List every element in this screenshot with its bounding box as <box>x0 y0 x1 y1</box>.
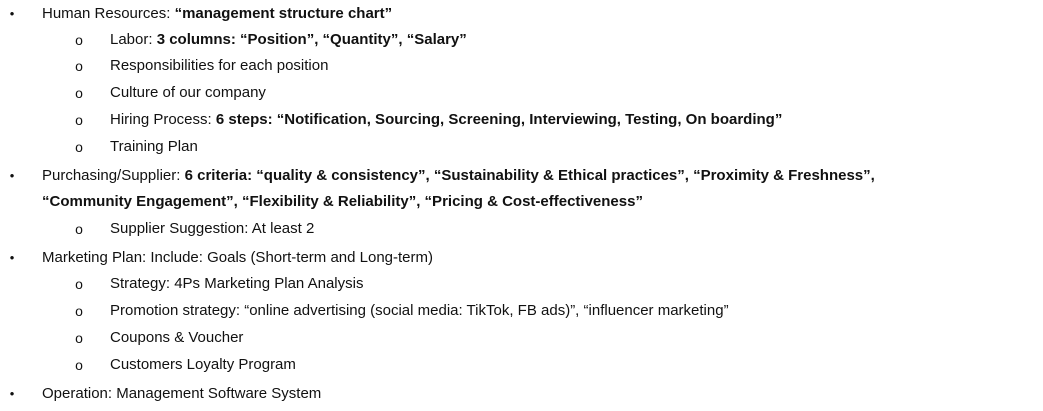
item-label: Hiring Process: <box>110 111 216 128</box>
circle-bullet-icon: o <box>75 221 83 237</box>
item-label: Customers Loyalty Program <box>110 356 296 373</box>
circle-bullet-icon: o <box>75 112 83 128</box>
bullet-icon: • <box>9 386 15 401</box>
list-item-training-plan: o Training Plan <box>0 134 1043 160</box>
circle-bullet-icon: o <box>75 303 83 319</box>
item-label: Labor: <box>110 31 157 48</box>
item-label: Culture of our company <box>110 84 266 101</box>
item-emphasis: 3 columns: “Position”, “Quantity”, “Sala… <box>156 31 467 48</box>
item-emphasis: 6 criteria: “quality & consistency”, “Su… <box>184 167 875 184</box>
list-item-purchasing-supplier: • Purchasing/Supplier: 6 criteria: “qual… <box>0 163 1043 189</box>
list-item-purchasing-continuation: “Community Engagement”, “Flexibility & R… <box>0 189 1043 215</box>
bullet-icon: • <box>9 6 15 21</box>
list-item-responsibilities: o Responsibilities for each position <box>0 53 1043 79</box>
list-item-loyalty-program: o Customers Loyalty Program <box>0 352 1043 378</box>
circle-bullet-icon: o <box>75 32 83 48</box>
bullet-icon: • <box>9 168 15 183</box>
circle-bullet-icon: o <box>75 357 83 373</box>
item-label: Promotion strategy: “online advertising … <box>110 302 729 319</box>
item-label: Marketing Plan: Include: Goals (Short-te… <box>42 249 434 266</box>
list-item-labor: o Labor: 3 columns: “Position”, “Quantit… <box>0 27 1043 53</box>
document-page: • Human Resources: “management structure… <box>0 0 1043 411</box>
item-label: Training Plan <box>110 138 198 155</box>
circle-bullet-icon: o <box>75 276 83 292</box>
list-item-culture: o Culture of our company <box>0 80 1043 106</box>
item-label: Operation: Management Software System <box>42 385 322 402</box>
list-item-promotion-strategy: o Promotion strategy: “online advertisin… <box>0 298 1043 324</box>
item-label: Coupons & Voucher <box>110 329 244 346</box>
list-item-hiring-process: o Hiring Process: 6 steps: “Notification… <box>0 107 1043 133</box>
list-item-strategy: o Strategy: 4Ps Marketing Plan Analysis <box>0 271 1043 297</box>
list-item-marketing-plan: • Marketing Plan: Include: Goals (Short-… <box>0 245 1043 271</box>
circle-bullet-icon: o <box>75 58 83 74</box>
item-label: Supplier Suggestion: At least 2 <box>110 220 315 237</box>
circle-bullet-icon: o <box>75 330 83 346</box>
item-label: Purchasing/Supplier: <box>42 167 185 184</box>
item-label: Responsibilities for each position <box>110 57 329 74</box>
item-label: Human Resources: <box>42 5 175 22</box>
item-label: Strategy: 4Ps Marketing Plan Analysis <box>110 275 364 292</box>
bullet-icon: • <box>9 250 15 265</box>
list-item-supplier-suggestion: o Supplier Suggestion: At least 2 <box>0 216 1043 242</box>
circle-bullet-icon: o <box>75 85 83 101</box>
circle-bullet-icon: o <box>75 139 83 155</box>
list-item-operation: • Operation: Management Software System <box>0 381 1043 407</box>
item-emphasis: “Community Engagement”, “Flexibility & R… <box>42 193 643 210</box>
item-emphasis: 6 steps: “Notification, Sourcing, Screen… <box>215 111 783 128</box>
item-emphasis: “management structure chart” <box>174 5 393 22</box>
list-item-coupons-voucher: o Coupons & Voucher <box>0 325 1043 351</box>
list-item-human-resources: • Human Resources: “management structure… <box>0 1 1043 27</box>
